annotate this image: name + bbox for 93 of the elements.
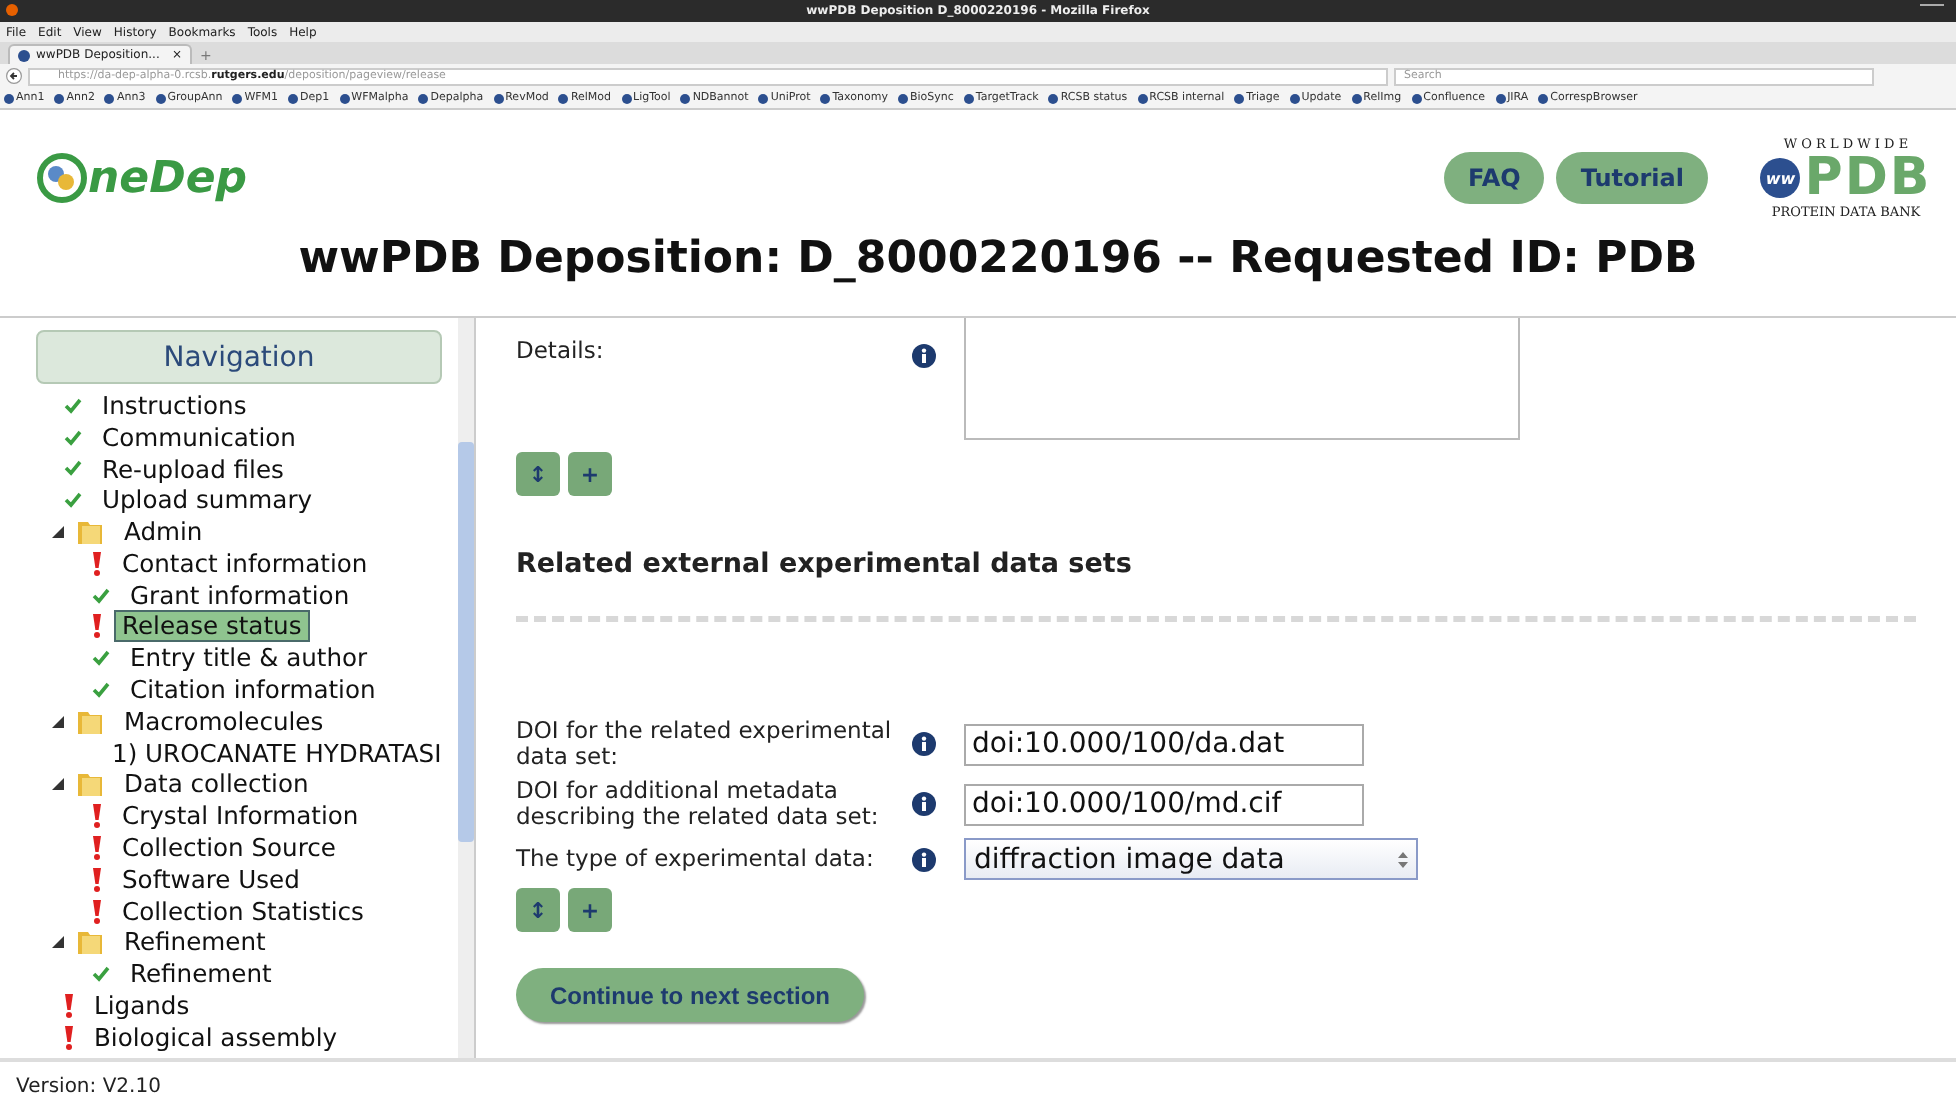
row-button[interactable]: ↕ [516, 888, 560, 932]
nav-item[interactable]: Grant information [122, 579, 358, 612]
nav-item[interactable]: Citation information [122, 674, 384, 707]
text-field[interactable]: doi:10.000/100/da.dat [964, 723, 1364, 765]
onedep-logo: neDep [36, 152, 248, 204]
nav-item[interactable]: Release status [114, 610, 310, 643]
globe-icon [418, 93, 429, 103]
nav-item[interactable]: Software Used [114, 863, 308, 896]
globe-icon [897, 93, 908, 103]
section-title: Related external experimental data sets [516, 548, 1134, 580]
nav-item[interactable]: Collection Source [114, 832, 344, 865]
exclamation-icon [92, 614, 102, 639]
nav-item[interactable]: Upload summary [94, 484, 321, 517]
globe-icon [1538, 93, 1549, 103]
header-button[interactable]: Tutorial [1556, 152, 1708, 204]
exclamation-icon [92, 804, 102, 829]
globe-icon [558, 93, 569, 103]
folder-icon [76, 707, 104, 736]
nav-item[interactable]: Admin [116, 516, 211, 549]
folder-icon [76, 928, 104, 957]
expanded-triangle-icon[interactable] [52, 936, 64, 949]
page-title: wwPDB Deposition: D_8000220196 -- Requested ID: PDB [296, 234, 1700, 284]
info-icon[interactable] [912, 732, 936, 756]
version-text: Version: V2.10 [16, 1075, 161, 1097]
globe-icon [155, 93, 166, 103]
globe-logo: ww [1760, 158, 1801, 198]
navigation-heading: Navigation [36, 330, 442, 384]
nav-item[interactable]: Refinement [116, 926, 274, 959]
field-label: Details: [516, 338, 606, 364]
globe-icon [1351, 93, 1362, 103]
info-icon[interactable] [912, 344, 936, 368]
globe-icon [680, 93, 691, 103]
expanded-triangle-icon[interactable] [52, 778, 64, 791]
globe-icon [4, 93, 14, 103]
check-icon [92, 587, 110, 604]
header-button[interactable]: FAQ [1444, 152, 1545, 204]
dropdown-arrows-icon [1398, 851, 1408, 867]
dropdown[interactable]: diffraction image data [964, 838, 1418, 880]
globe-icon [18, 49, 30, 61]
nav-item[interactable]: Instructions [94, 389, 255, 422]
check-icon [92, 966, 110, 983]
info-icon[interactable] [912, 847, 936, 871]
expanded-triangle-icon[interactable] [52, 526, 64, 539]
nav-item[interactable]: Macromolecules [116, 705, 332, 738]
exclamation-icon [92, 551, 102, 576]
nav-item[interactable]: Biological assembly [86, 1021, 346, 1054]
exclamation-icon [92, 867, 102, 892]
globe-icon [1137, 93, 1148, 103]
nav-item[interactable]: Contact information [114, 547, 376, 580]
field-label: The type of experimental data: [516, 846, 876, 872]
firefox-icon [6, 4, 18, 16]
nav-item[interactable]: Refinement [122, 958, 280, 991]
row-button[interactable]: + [568, 452, 612, 496]
folder-icon [76, 770, 104, 799]
globe-icon [963, 93, 974, 103]
globe-icon [758, 93, 769, 103]
expanded-triangle-icon[interactable] [52, 715, 64, 728]
globe-icon [232, 93, 243, 103]
continue-button[interactable]: Continue to next section [516, 968, 864, 1022]
nav-item[interactable]: Data collection [116, 768, 317, 801]
globe-icon [288, 93, 299, 103]
folder-icon [76, 518, 104, 547]
scrollbar[interactable] [458, 318, 474, 1058]
globe-icon [104, 93, 115, 103]
row-button[interactable]: ↕ [516, 452, 560, 496]
exclamation-icon [92, 899, 102, 924]
nav-item[interactable]: Crystal Information [114, 800, 367, 833]
nav-item[interactable]: Communication [94, 421, 304, 454]
pdb-logo: PDB [1804, 152, 1932, 204]
globe-icon [54, 93, 65, 103]
globe-icon [1234, 93, 1245, 103]
exclamation-icon [64, 994, 74, 1019]
nav-item[interactable]: Entry title & author [122, 642, 376, 675]
globe-icon [1495, 93, 1506, 103]
nav-item[interactable]: Ligands [86, 990, 198, 1023]
globe-icon [493, 93, 504, 103]
field-label: DOI for the related experimental data set: [516, 718, 894, 770]
info-icon[interactable] [912, 792, 936, 816]
field-label: DOI for additional metadata describing the related data set: [516, 778, 881, 830]
back-icon[interactable] [6, 68, 22, 84]
nav-item[interactable]: 1) UROCANATE HYDRATASI [104, 737, 450, 770]
text-field[interactable]: doi:10.000/100/md.cif [964, 783, 1364, 825]
globe-icon [621, 93, 632, 103]
globe-icon [1048, 93, 1059, 103]
globe-icon [820, 93, 831, 103]
nav-item[interactable]: Collection Statistics [114, 895, 372, 928]
globe-icon [339, 93, 350, 103]
exclamation-icon [92, 836, 102, 861]
row-button[interactable]: + [568, 888, 612, 932]
nav-item[interactable]: Re-upload files [94, 453, 292, 485]
globe-icon [1411, 93, 1422, 103]
globe-icon [1289, 93, 1300, 103]
exclamation-icon [64, 1025, 74, 1050]
